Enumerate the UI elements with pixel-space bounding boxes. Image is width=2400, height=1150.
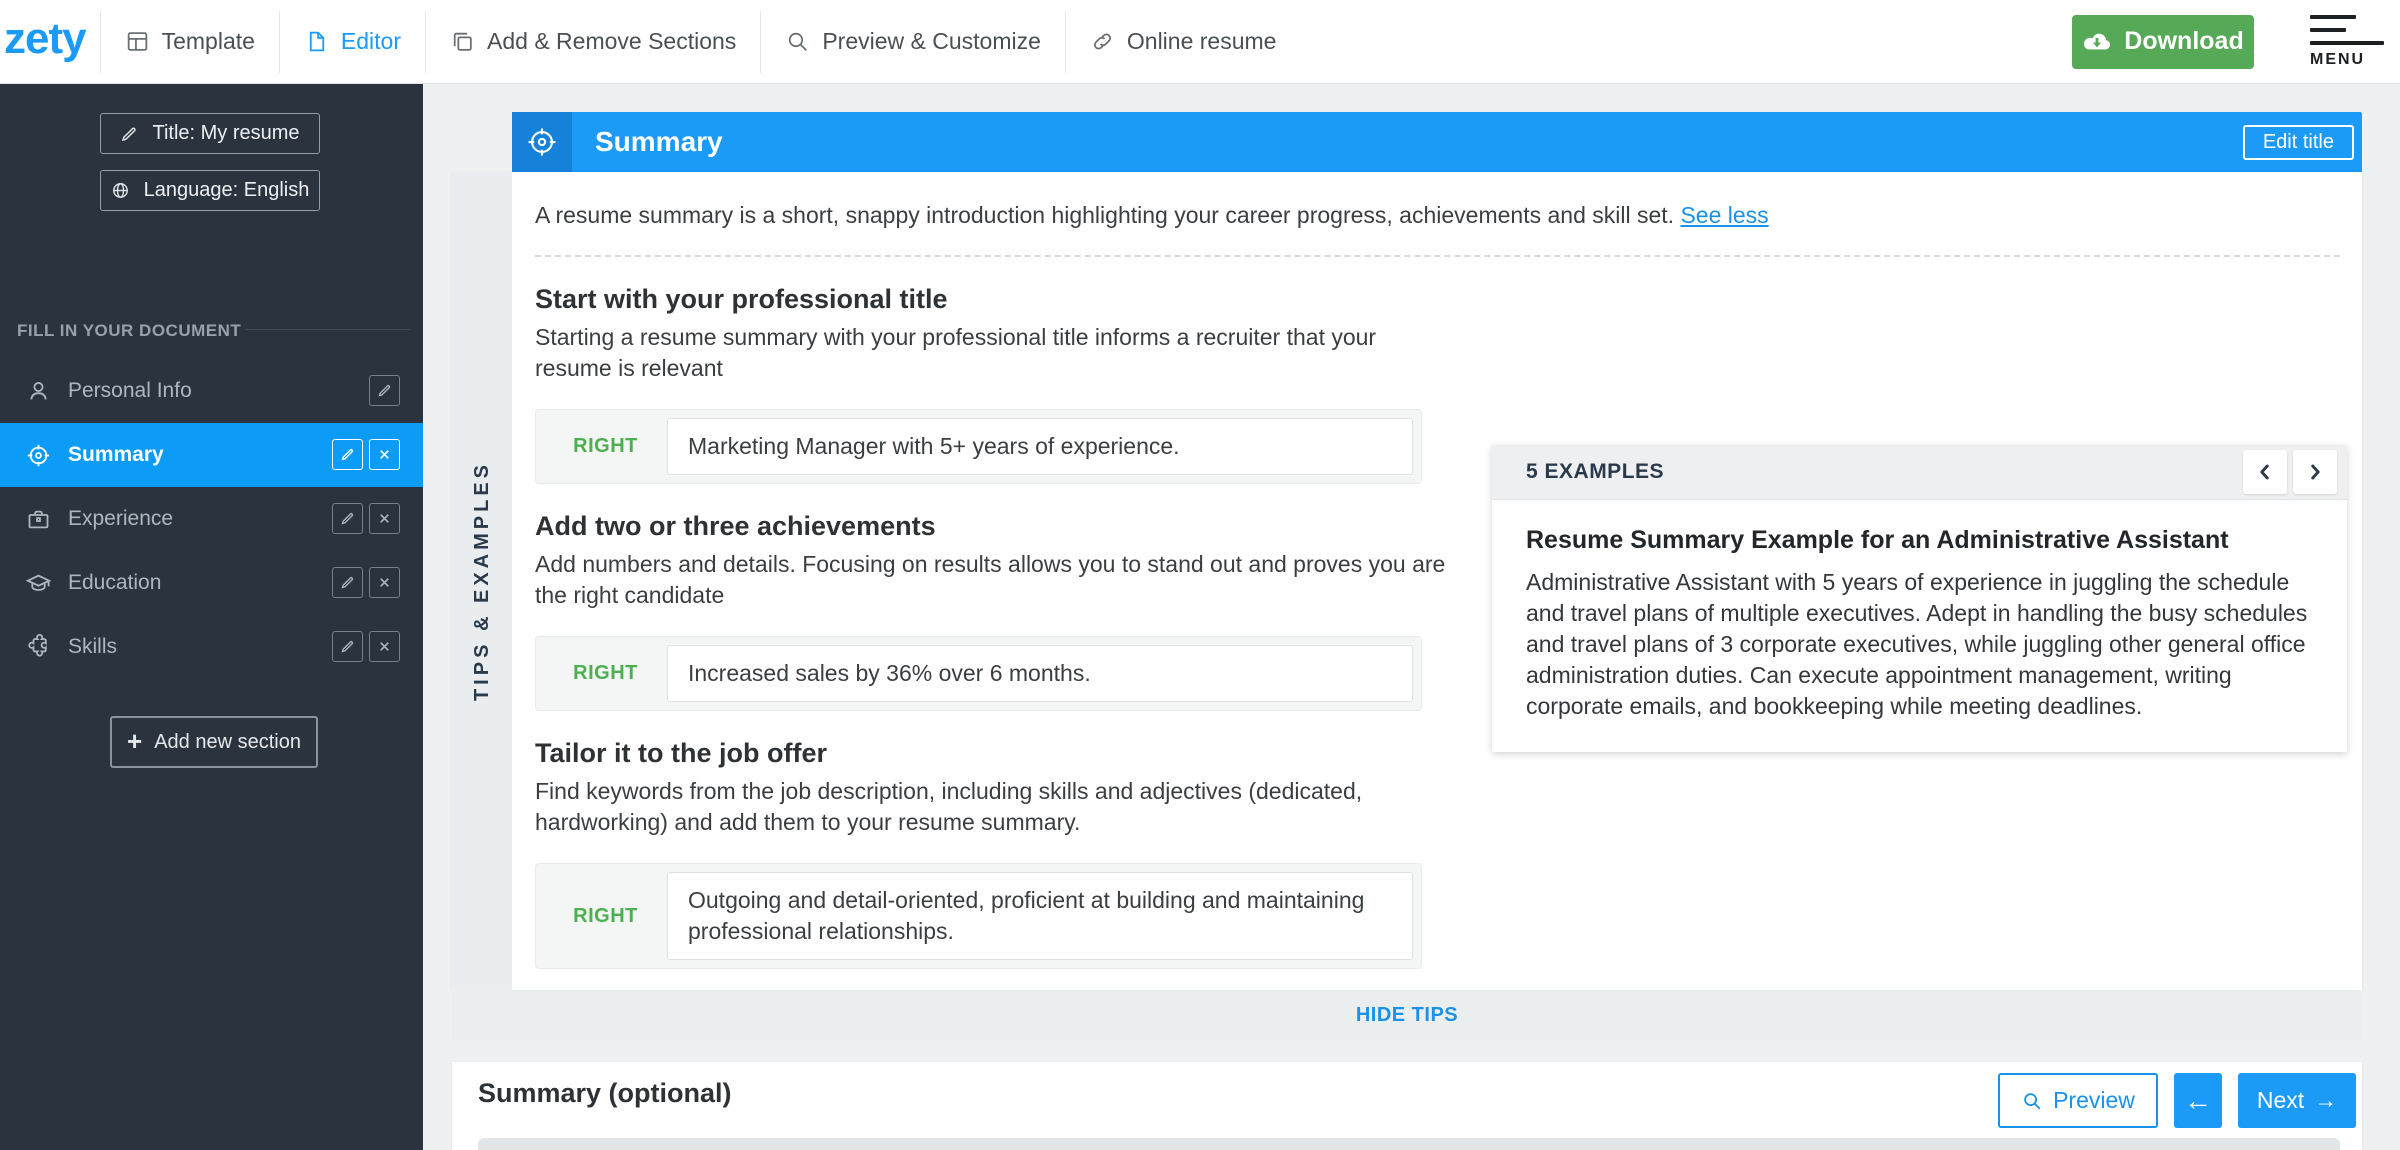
target-icon [512, 112, 572, 172]
nav-item-preview-customize[interactable]: Preview & Customize [761, 0, 1065, 83]
back-button[interactable]: ← [2174, 1073, 2222, 1128]
text-editor-toolbar [478, 1138, 2340, 1150]
right-example-box: RIGHT Outgoing and detail-oriented, prof… [535, 863, 1422, 969]
template-icon [125, 29, 150, 54]
example-body: Administrative Assistant with 5 years of… [1526, 569, 2308, 719]
sidebar-item-experience[interactable]: Experience [0, 487, 423, 551]
hide-tips-link[interactable]: HIDE TIPS [1356, 1004, 1458, 1027]
summary-section-header: Summary Edit title [512, 112, 2362, 172]
sidebar-item-label: Summary [68, 443, 164, 466]
edit-section-button[interactable] [369, 375, 400, 406]
next-example-button[interactable] [2293, 450, 2337, 494]
nav-item-add-remove-sections[interactable]: Add & Remove Sections [426, 0, 760, 83]
target-icon [25, 442, 52, 469]
nav-item-label: Editor [340, 28, 402, 54]
copy-icon [450, 29, 475, 54]
examples-card: 5 EXAMPLES Resume Summary Example for an… [1492, 445, 2347, 752]
sidebar-item-education[interactable]: Education [0, 551, 423, 615]
briefcase-icon [25, 506, 52, 533]
pencil-icon [120, 125, 138, 143]
delete-section-button[interactable] [369, 439, 400, 470]
previous-example-button[interactable] [2243, 450, 2287, 494]
resume-title-button[interactable]: Title: My resume [100, 113, 320, 154]
sidebar-item-label: Personal Info [68, 379, 192, 402]
file-icon [304, 29, 329, 54]
arrow-right-icon: → [2314, 1087, 2338, 1113]
cloud-download-icon [2082, 31, 2112, 53]
summary-description: A resume summary is a short, snappy intr… [535, 202, 1769, 228]
example-text: Outgoing and detail-oriented, proficient… [667, 872, 1413, 960]
summary-optional-heading: Summary (optional) [478, 1078, 732, 1108]
menu-button[interactable]: MENU [2310, 14, 2388, 69]
right-example-box: RIGHT Marketing Manager with 5+ years of… [535, 409, 1422, 484]
search-icon [785, 29, 810, 54]
edit-section-button[interactable] [332, 503, 363, 534]
delete-section-button[interactable] [369, 631, 400, 662]
preview-button[interactable]: Preview [1998, 1073, 2158, 1128]
nav-item-label: Online resume [1126, 28, 1277, 54]
top-nav: zety Template Editor Add & Remove Sectio… [0, 0, 2400, 84]
menu-label: MENU [2310, 50, 2366, 68]
example-title: Resume Summary Example for an Administra… [1526, 526, 2229, 554]
sidebar-item-label: Skills [68, 635, 118, 658]
divider [535, 255, 2340, 257]
edit-section-button[interactable] [332, 439, 363, 470]
arrow-left-icon: ← [2184, 1084, 2212, 1116]
see-less-link[interactable]: See less [1680, 202, 1768, 228]
examples-card-header: 5 EXAMPLES [1492, 445, 2347, 500]
delete-section-button[interactable] [369, 567, 400, 598]
tip-body: Find keywords from the job description, … [535, 778, 1363, 835]
download-label: Download [2124, 27, 2244, 55]
examples-count: 5 EXAMPLES [1526, 460, 1665, 483]
next-button[interactable]: Next → [2238, 1073, 2356, 1128]
sidebar-item-personal-info[interactable]: Personal Info [0, 359, 423, 423]
section-title: Summary [595, 126, 723, 157]
nav-item-editor[interactable]: Editor [280, 0, 425, 83]
person-icon [25, 378, 52, 405]
chevron-right-icon [2304, 461, 2326, 483]
search-icon [2021, 1090, 2043, 1112]
plus-icon: + [127, 725, 143, 756]
summary-editor-panel: Summary (optional) Preview ← Next → [452, 1062, 2362, 1150]
nav-item-label: Preview & Customize [822, 28, 1041, 54]
right-label: RIGHT [573, 662, 638, 684]
sidebar-item-label: Experience [68, 507, 174, 530]
tip-body: Add numbers and details. Focusing on res… [535, 551, 1446, 608]
zety-logo[interactable]: zety [0, 14, 100, 70]
nav-item-label: Add & Remove Sections [487, 28, 737, 54]
graduation-cap-icon [25, 570, 52, 597]
tips-and-examples-ribbon: TIPS & EXAMPLES [452, 172, 512, 990]
edit-section-button[interactable] [332, 567, 363, 598]
download-button[interactable]: Download [2072, 14, 2254, 69]
divider [245, 329, 410, 330]
sidebar: Title: My resume Language: English FILL … [0, 84, 423, 1150]
nav-item-label: Template [161, 28, 255, 54]
tips-panel: Summary Edit title TIPS & EXAMPLES A res… [452, 112, 2362, 1040]
link-icon [1090, 29, 1115, 54]
globe-icon [111, 181, 130, 200]
right-label: RIGHT [573, 435, 638, 457]
edit-title-button[interactable]: Edit title [2242, 125, 2354, 160]
add-new-section-button[interactable]: + Add new section [110, 716, 318, 768]
language-button[interactable]: Language: English [100, 170, 320, 211]
tip-body: Starting a resume summary with your prof… [535, 324, 1377, 381]
chevron-left-icon [2254, 461, 2276, 483]
sidebar-item-label: Education [68, 571, 162, 594]
sidebar-item-summary[interactable]: Summary [0, 423, 423, 487]
sidebar-item-skills[interactable]: Skills [0, 615, 423, 679]
right-label: RIGHT [573, 904, 638, 927]
right-example-box: RIGHT Increased sales by 36% over 6 mont… [535, 636, 1422, 711]
delete-section-button[interactable] [369, 503, 400, 534]
nav-item-online-resume[interactable]: Online resume [1066, 0, 1301, 83]
fill-in-your-document-header: FILL IN YOUR DOCUMENT [17, 321, 242, 340]
nav-item-template[interactable]: Template [101, 0, 279, 83]
example-text: Increased sales by 36% over 6 months. [667, 645, 1413, 702]
tip-section-job-offer: Tailor it to the job offer Find keywords… [535, 738, 2340, 969]
edit-section-button[interactable] [332, 631, 363, 662]
tip-heading: Start with your professional title [535, 284, 948, 314]
example-text: Marketing Manager with 5+ years of exper… [667, 418, 1413, 475]
hamburger-icon [2310, 14, 2388, 45]
puzzle-icon [25, 633, 52, 661]
tips-footer: HIDE TIPS [452, 990, 2362, 1040]
